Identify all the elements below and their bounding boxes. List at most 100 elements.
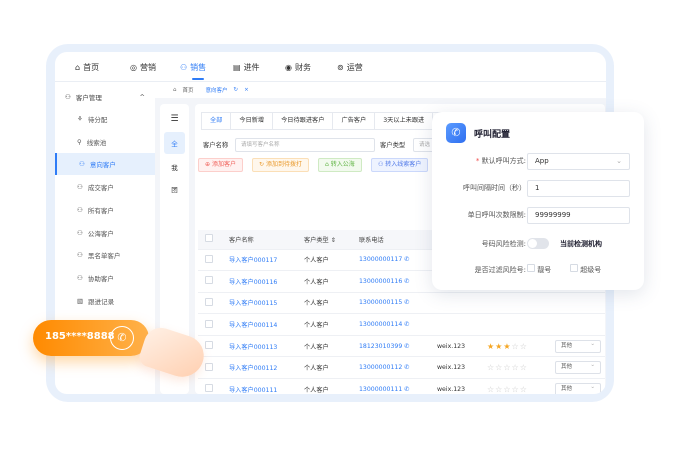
wechat: weix.123 [430,335,480,358]
interval-label: 呼叫间隔时间（秒） [463,184,526,192]
table-row[interactable]: 导入客户000114 个人客户 13000000114 ✆ [198,313,605,336]
breadcrumb-home[interactable]: 首页 [183,86,194,94]
to-public-button[interactable]: ⌂ 转入公海 [318,158,362,172]
customer-name-link[interactable]: 导入客户000115 [222,292,297,315]
call-icon[interactable]: ✆ [110,326,134,350]
phone-cell[interactable]: 13000000116 ✆ [352,270,430,293]
tag-select[interactable]: 其他 [555,382,601,394]
phone-cell[interactable]: 13000000111 ✆ [352,378,430,394]
nav-4[interactable]: ◉ 财务 [285,62,311,73]
nav-1[interactable]: ◎ 营销 [130,62,156,73]
phone-cell[interactable]: 13000000112 ✆ [352,356,430,380]
nav-3[interactable]: ▤ 进件 [233,62,260,73]
collapse-icon[interactable]: ☰ [164,108,185,130]
rating-stars[interactable]: ★★★☆☆ [480,335,548,358]
menu-icon: ⚇ [77,273,83,282]
breadcrumb-current[interactable]: 意向客户 [206,86,228,94]
interval-input[interactable]: 1 [527,180,630,197]
refresh-icon[interactable]: ↻ [234,87,239,93]
col-type[interactable]: 客户类型 ⇕ [297,230,352,250]
phone-cell[interactable]: 13000000114 ✆ [352,313,430,336]
customer-type: 个人客户 [297,292,352,315]
phone-icon: ✆ [404,385,410,393]
add-customer-button[interactable]: ⊕ 添加客户 [198,158,243,172]
table-row[interactable]: 导入客户000112 个人客户 13000000112 ✆ weix.123 ☆… [198,356,605,380]
menu-icon: ⚇ [77,251,83,260]
menu-icon: ⚇ [77,183,83,192]
phone-icon: ✆ [404,321,410,329]
close-icon[interactable]: × [244,87,249,93]
operations-icon: ⊚ [337,63,344,72]
nav-0[interactable]: ⌂ 首页 [75,62,99,73]
row-checkbox[interactable] [205,276,213,285]
sidebar-item[interactable]: ⚲ 线索池 [55,131,155,153]
phone-icon: ✆ [404,277,410,285]
top-nav: ⌂ 首页 ◎ 营销 ⚇ 销售 ▤ 进件 ◉ 财务 ⊚ 运营 [55,52,606,82]
customer-name-link[interactable]: 导入客户000116 [222,270,297,293]
chevron-down-icon: ⌄ [616,157,622,165]
finance-icon: ◉ [285,63,292,72]
row-checkbox[interactable] [205,341,213,350]
name-input[interactable]: 请填写客户名称 [235,138,375,152]
row-checkbox[interactable] [205,362,213,371]
row-checkbox[interactable] [205,384,213,393]
tab[interactable]: 3天以上未跟进 [375,113,434,129]
phone-icon: ✆ [404,364,410,372]
limit-input[interactable]: 99999999 [527,207,630,224]
sidebar-item[interactable]: ⚇ 黑名单客户 [55,244,155,266]
customer-name-link[interactable]: 导入客户000113 [222,335,297,358]
table-row[interactable]: 导入客户000111 个人客户 13000000111 ✆ weix.123 ☆… [198,378,605,394]
rating-stars[interactable] [480,313,548,336]
tag-select[interactable]: 其他 [555,339,601,353]
mode-select[interactable]: App ⌄ [527,153,630,170]
filter-opt2[interactable]: 超级号 [570,264,601,275]
sidebar-item[interactable]: ⚇ 协助客户 [55,267,155,289]
user-icon: ⚇ [65,93,71,101]
tab[interactable]: 今日待跟进客户 [273,113,334,129]
rating-stars[interactable] [480,292,548,315]
table-row[interactable]: 导入客户000113 个人客户 18123010399 ✆ weix.123 ★… [198,335,605,358]
customer-name-link[interactable]: 导入客户000111 [222,378,297,394]
breadcrumb: ⌂ 首页 意向客户 ↻ × [155,82,606,98]
sidebar-item[interactable]: ⚇ 公海客户 [55,222,155,244]
filter-opt1[interactable]: 靓号 [527,264,551,275]
rating-stars[interactable]: ☆☆☆☆☆ [480,356,548,380]
rating-stars[interactable]: ☆☆☆☆☆ [480,378,548,394]
tag-select[interactable]: 其他 [555,360,601,375]
col-name: 客户名称 [222,230,297,250]
customer-name-link[interactable]: 导入客户000112 [222,356,297,380]
phone-cell[interactable]: 13000000115 ✆ [352,292,430,315]
sidebar-item[interactable]: ⚘ 待分配 [55,108,155,130]
vtab-mine[interactable]: 我 [164,156,185,178]
customer-name-link[interactable]: 导入客户000117 [222,249,297,272]
sidebar-item[interactable]: ▧ 跟进记录 [55,290,155,312]
nav-5[interactable]: ⊚ 运营 [337,62,363,73]
sidebar-group-customer[interactable]: ⚇ 客户管理 ^ [55,86,155,108]
col-phone: 联系电话 [352,230,430,250]
vtab-all[interactable]: 全 [164,132,185,154]
phone-cell[interactable]: 18123010399 ✆ [352,335,430,358]
tab[interactable]: 广告客户 [333,113,376,129]
row-checkbox[interactable] [205,297,213,306]
sidebar-item[interactable]: ⚇ 所有客户 [55,199,155,221]
nav-2[interactable]: ⚇ 销售 [180,62,206,80]
table-row[interactable]: 导入客户000115 个人客户 13000000115 ✆ [198,292,605,315]
sidebar-item[interactable]: ⚇ 成交客户 [55,176,155,198]
dialer-pill[interactable]: 185****8888 ✆ [33,320,149,356]
sidebar-item[interactable]: ⚇ 意向客户 [55,153,155,176]
row-checkbox[interactable] [205,254,213,263]
target-icon: ◎ [130,63,137,72]
phone-cell[interactable]: 13000000117 ✆ [352,249,430,272]
risk-label: 号码风险检测: [481,240,526,248]
wechat: weix.123 [430,378,480,394]
customer-name-link[interactable]: 导入客户000114 [222,313,297,336]
tab[interactable]: 全部 [202,113,232,129]
select-all-checkbox[interactable] [205,234,213,243]
tab[interactable]: 今日新增 [231,113,274,129]
add-to-dial-button[interactable]: ↻ 添加到待拨打 [252,158,309,172]
vtab-team[interactable]: 团 [164,178,185,200]
row-checkbox[interactable] [205,319,213,328]
customer-type: 个人客户 [297,335,352,358]
to-lead-button[interactable]: ⚇ 转入线索客户 [371,158,429,172]
risk-toggle[interactable] [527,238,549,249]
